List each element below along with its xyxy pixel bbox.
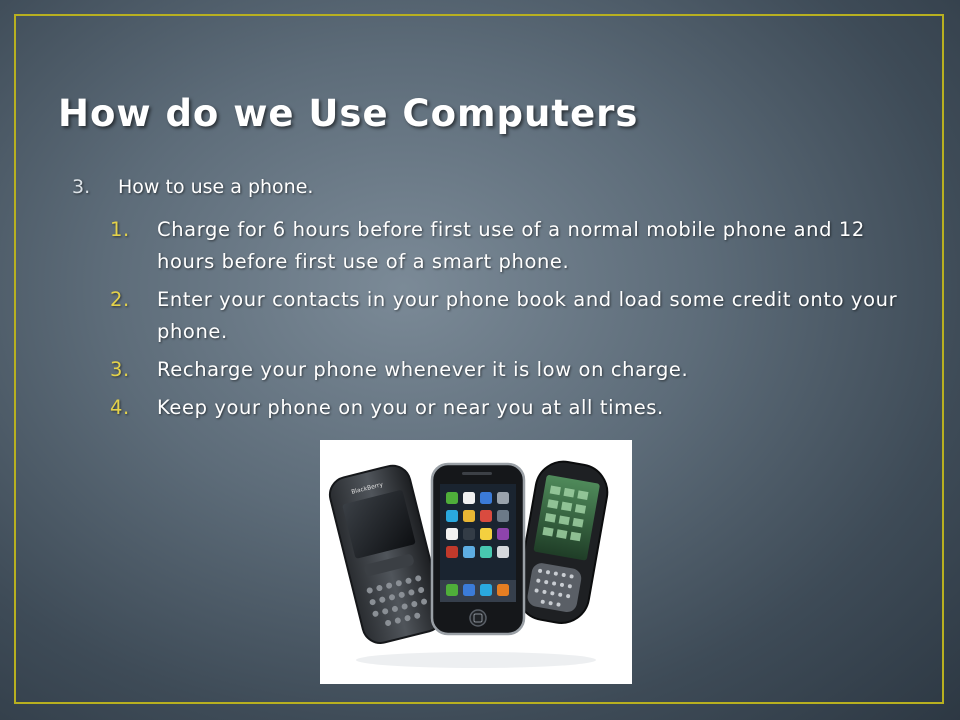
list-number: 3. bbox=[72, 176, 91, 198]
sub-list-item: 4. Keep your phone on you or near you at… bbox=[110, 392, 910, 424]
sub-list-item: 1. Charge for 6 hours before first use o… bbox=[110, 214, 910, 278]
sub-list-number: 4. bbox=[110, 396, 130, 419]
sub-list-number: 2. bbox=[110, 288, 130, 311]
sub-list-text: Charge for 6 hours before first use of a… bbox=[157, 218, 865, 273]
iphone-phone bbox=[430, 462, 526, 636]
sub-list: 1. Charge for 6 hours before first use o… bbox=[110, 214, 910, 430]
sub-list-text: Recharge your phone whenever it is low o… bbox=[157, 358, 689, 381]
sub-list-item: 2. Enter your contacts in your phone boo… bbox=[110, 284, 910, 348]
blackberry-phone: BlackBerry bbox=[328, 464, 444, 644]
sub-list-text: Enter your contacts in your phone book a… bbox=[157, 288, 898, 343]
sub-list-item: 3. Recharge your phone whenever it is lo… bbox=[110, 354, 910, 386]
phones-image: BlackBerry bbox=[320, 440, 632, 684]
list-item-main: 3. How to use a phone. bbox=[72, 176, 313, 198]
sub-list-text: Keep your phone on you or near you at al… bbox=[157, 396, 664, 419]
list-item-text: How to use a phone. bbox=[118, 176, 314, 198]
slide-title: How do we Use Computers bbox=[58, 92, 639, 135]
palm-phone bbox=[516, 460, 609, 624]
phones-illustration: BlackBerry bbox=[328, 460, 609, 668]
sub-list-number: 3. bbox=[110, 358, 130, 381]
sub-list-number: 1. bbox=[110, 218, 130, 241]
